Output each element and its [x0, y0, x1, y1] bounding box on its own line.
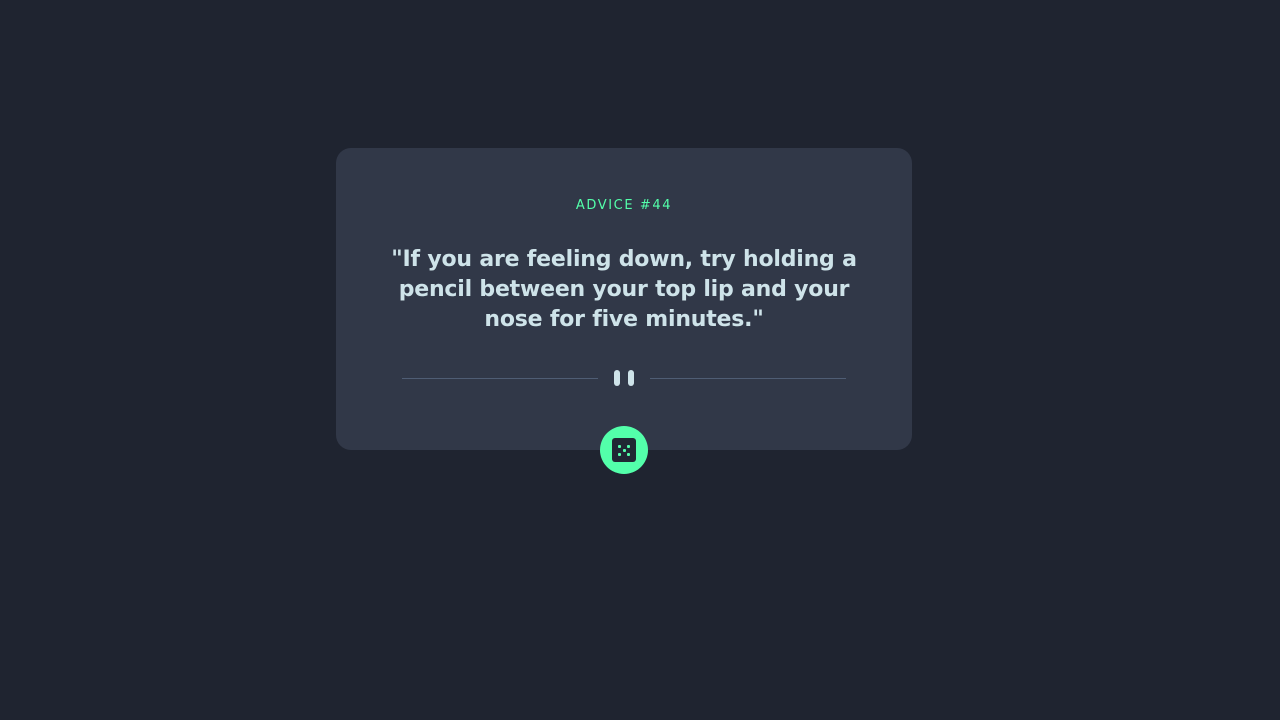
advice-card: ADVICE #44 "If you are feeling down, try…: [336, 148, 912, 474]
pattern-divider: [402, 370, 846, 386]
pause-bar: [628, 370, 634, 386]
divider-line-right: [650, 378, 846, 379]
dice-icon: [612, 438, 636, 462]
generate-advice-button[interactable]: [600, 426, 648, 474]
page: ADVICE #44 "If you are feeling down, try…: [0, 0, 1280, 720]
pause-icon: [614, 370, 634, 386]
pause-bar: [614, 370, 620, 386]
advice-quote: "If you are feeling down, try holding a …: [391, 247, 857, 332]
advice-id-label: ADVICE #44: [575, 198, 673, 213]
divider-line-left: [402, 378, 598, 379]
